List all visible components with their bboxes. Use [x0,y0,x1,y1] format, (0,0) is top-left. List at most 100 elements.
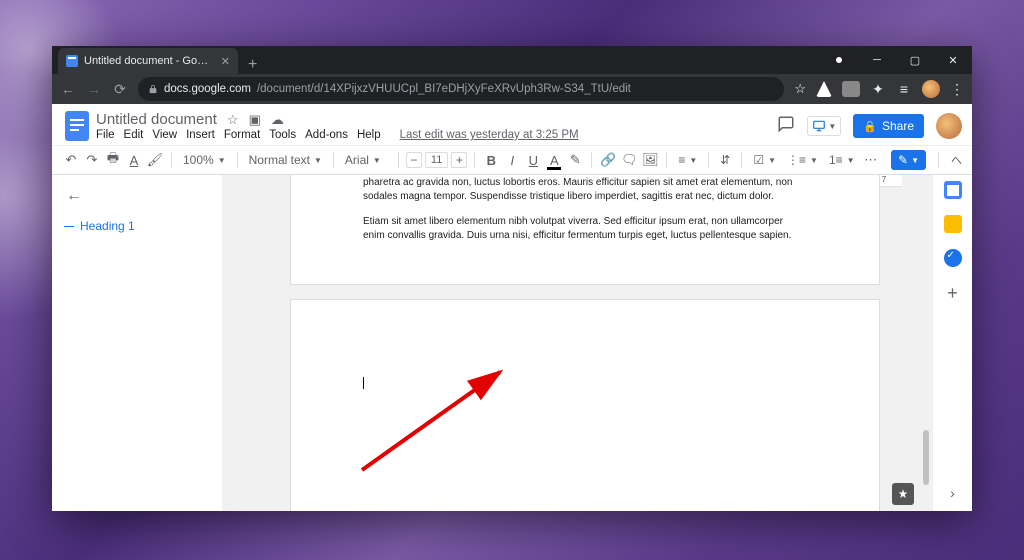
menu-edit[interactable]: Edit [124,129,144,141]
window-controls: ─ ▢ ✕ [820,46,972,74]
menu-view[interactable]: View [152,129,177,141]
decrease-font-button[interactable]: − [406,152,422,168]
menu-format[interactable]: Format [224,129,260,141]
extension-icon[interactable] [842,81,860,97]
page-viewport[interactable]: 1 2 3 4 5 6 7 pharetra ac gravida non, l… [222,175,932,511]
menu-tools[interactable]: Tools [269,129,296,141]
tabstrip: Untitled document - Google Doc ✕ + [52,46,820,74]
insert-comment-icon[interactable]: 🗨 [620,152,638,168]
new-tab-button[interactable]: + [238,56,267,74]
numbered-list-icon[interactable]: 1≡▼ [825,153,859,167]
side-panel: + › [932,175,972,511]
print-icon[interactable]: 🖶 [104,149,122,171]
reload-button[interactable]: ⟳ [112,81,128,98]
menubar: File Edit View Insert Format Tools Add-o… [96,129,777,141]
menu-addons[interactable]: Add-ons [305,129,348,141]
font-select[interactable]: Arial▼ [341,153,391,167]
paragraph[interactable]: pharetra ac gravida non, luctus lobortis… [363,176,807,203]
url-field[interactable]: docs.google.com/document/d/14XPijxzVHUUC… [138,77,784,101]
text-color-icon[interactable]: A [545,153,563,168]
outline-item[interactable]: Heading 1 [64,219,210,233]
more-icon[interactable]: ⋯ [862,152,880,168]
browser-tab[interactable]: Untitled document - Google Doc ✕ [58,48,238,74]
outline-back-icon[interactable]: ← [66,187,82,205]
increase-font-button[interactable]: + [451,152,467,168]
docs-logo-icon[interactable] [62,107,92,145]
insert-link-icon[interactable]: 🔗 [599,152,617,168]
zoom-select[interactable]: 100%▼ [179,153,230,167]
document-page-1[interactable]: pharetra ac gravida non, luctus lobortis… [290,175,880,285]
close-tab-icon[interactable]: ✕ [221,55,230,68]
chrome-menu-icon[interactable]: ⋮ [950,81,964,98]
profile-avatar[interactable] [922,80,940,98]
font-size-input[interactable]: 11 [425,152,448,168]
star-icon[interactable]: ☆ [227,112,239,128]
outline-pane: ← Heading 1 [52,175,222,511]
tasks-icon[interactable] [944,249,962,267]
menu-help[interactable]: Help [357,129,381,141]
editing-mode-button[interactable]: ✎▼ [891,150,926,170]
collapse-panel-icon[interactable]: › [950,485,955,501]
back-button[interactable]: ← [60,81,76,97]
present-button[interactable]: ▼ [807,116,841,136]
work-area: ← Heading 1 1 2 3 4 5 6 7 [52,175,972,511]
close-window-button[interactable]: ✕ [934,46,972,74]
paint-format-icon[interactable]: 🖌 [146,152,164,168]
bookmark-star-icon[interactable]: ☆ [794,81,806,97]
document-title[interactable]: Untitled document [96,111,217,128]
redo-icon[interactable]: ↷ [83,152,101,168]
lock-icon [148,84,158,94]
align-select[interactable]: ≡▼ [674,153,701,167]
checklist-icon[interactable]: ☑▼ [749,153,780,167]
minimize-button[interactable]: ─ [858,46,896,74]
undo-icon[interactable]: ↶ [62,152,80,168]
menu-file[interactable]: File [96,129,115,141]
add-addon-icon[interactable]: + [947,283,958,304]
address-bar: ← → ⟳ docs.google.com/document/d/14XPijx… [52,74,972,104]
scrollbar-thumb[interactable] [923,430,929,485]
url-host: docs.google.com [164,83,251,95]
bulleted-list-icon[interactable]: ⋮≡▼ [783,153,822,167]
text-cursor [363,377,364,389]
spellcheck-icon[interactable]: A [125,153,143,168]
tab-title: Untitled document - Google Doc [84,55,211,67]
extensions-puzzle-icon[interactable]: ✦ [870,81,886,98]
forward-button[interactable]: → [86,81,102,97]
highlight-icon[interactable]: ✎ [566,152,584,168]
share-label: Share [882,119,914,133]
hide-menus-icon[interactable]: へ [951,152,962,168]
comments-icon[interactable] [777,115,795,138]
url-path: /document/d/14XPijxzVHUUCpl_BI7eDHjXyFeX… [257,83,631,95]
line-spacing-icon[interactable]: ⇵ [716,153,734,167]
docs-favicon-icon [66,55,78,67]
extensions: ✦ ≡ ⋮ [816,80,964,98]
italic-icon[interactable]: I [503,153,521,168]
outline-marker-icon [64,226,74,227]
style-select[interactable]: Normal text▼ [245,153,326,167]
document-page-2[interactable] [290,299,880,511]
insert-image-icon[interactable]: 🖼 [641,152,659,168]
docs-toolbar: ↶ ↷ 🖶 A 🖌 100%▼ Normal text▼ Arial▼ − 11… [52,145,972,175]
last-edit-link[interactable]: Last edit was yesterday at 3:25 PM [400,129,579,141]
maximize-button[interactable]: ▢ [896,46,934,74]
calendar-icon[interactable] [944,181,962,199]
cloud-status-icon[interactable]: ☁ [271,112,284,128]
paragraph[interactable]: Etiam sit amet libero elementum nibh vol… [363,215,807,242]
docs-header: Untitled document ☆ ▣ ☁ File Edit View I… [52,104,972,145]
reading-list-icon[interactable]: ≡ [896,81,912,97]
lock-icon: 🔒 [863,120,877,133]
move-icon[interactable]: ▣ [249,112,261,128]
share-button[interactable]: 🔒 Share [853,114,924,138]
chrome-account-icon[interactable] [820,46,858,74]
account-avatar[interactable] [936,113,962,139]
extension-icon[interactable] [816,81,832,97]
chrome-window: Untitled document - Google Doc ✕ + ─ ▢ ✕… [52,46,972,511]
outline-item-label: Heading 1 [80,219,135,233]
browser-titlebar: Untitled document - Google Doc ✕ + ─ ▢ ✕ [52,46,972,74]
keep-icon[interactable] [944,215,962,233]
explore-button[interactable] [892,483,914,505]
underline-icon[interactable]: U [524,153,542,168]
menu-insert[interactable]: Insert [186,129,215,141]
vertical-scrollbar[interactable] [921,175,931,511]
bold-icon[interactable]: B [482,153,500,168]
